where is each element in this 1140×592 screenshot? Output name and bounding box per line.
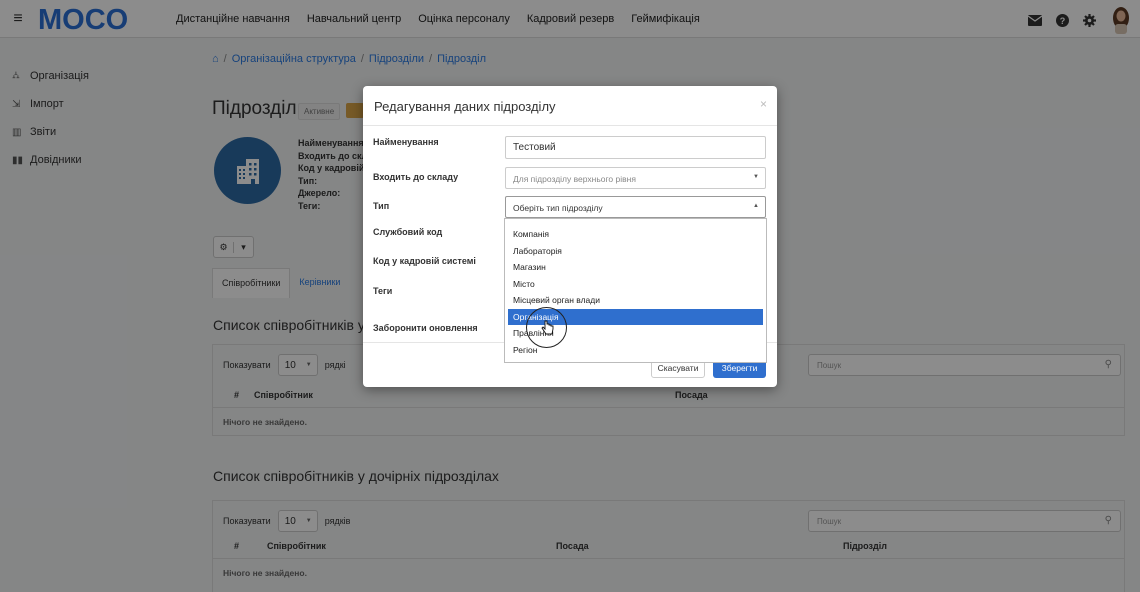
type-select[interactable]: Оберіть тип підрозділу ▲ (505, 196, 766, 218)
close-icon[interactable]: × (760, 97, 767, 111)
type-option[interactable]: Місцевий орган влади (505, 292, 766, 309)
parent-placeholder: Для підрозділу верхнього рівня (513, 174, 636, 184)
type-label: Тип (373, 201, 390, 211)
hand-cursor-icon (541, 320, 554, 335)
forbid-update-label: Заборонити оновлення (373, 323, 478, 333)
divider (363, 125, 777, 126)
chevron-down-icon: ▼ (753, 174, 759, 180)
name-field[interactable]: Тестовий (505, 136, 766, 159)
type-option[interactable]: Магазин (505, 259, 766, 276)
type-option[interactable]: Компанія (505, 226, 766, 243)
parent-select[interactable]: Для підрозділу верхнього рівня ▼ (505, 167, 766, 189)
service-code-label: Службовий код (373, 227, 443, 237)
type-placeholder: Оберіть тип підрозділу (513, 203, 603, 213)
chevron-up-icon: ▲ (753, 203, 759, 209)
modal-title: Редагування даних підрозділу (374, 99, 556, 114)
hr-code-label: Код у кадровій системі (373, 256, 476, 266)
type-option[interactable]: Місто (505, 276, 766, 293)
name-label: Найменування (373, 137, 439, 147)
type-option[interactable]: Лабораторія (505, 243, 766, 260)
parent-label: Входить до складу (373, 172, 459, 182)
tags-label: Теги (373, 286, 393, 296)
